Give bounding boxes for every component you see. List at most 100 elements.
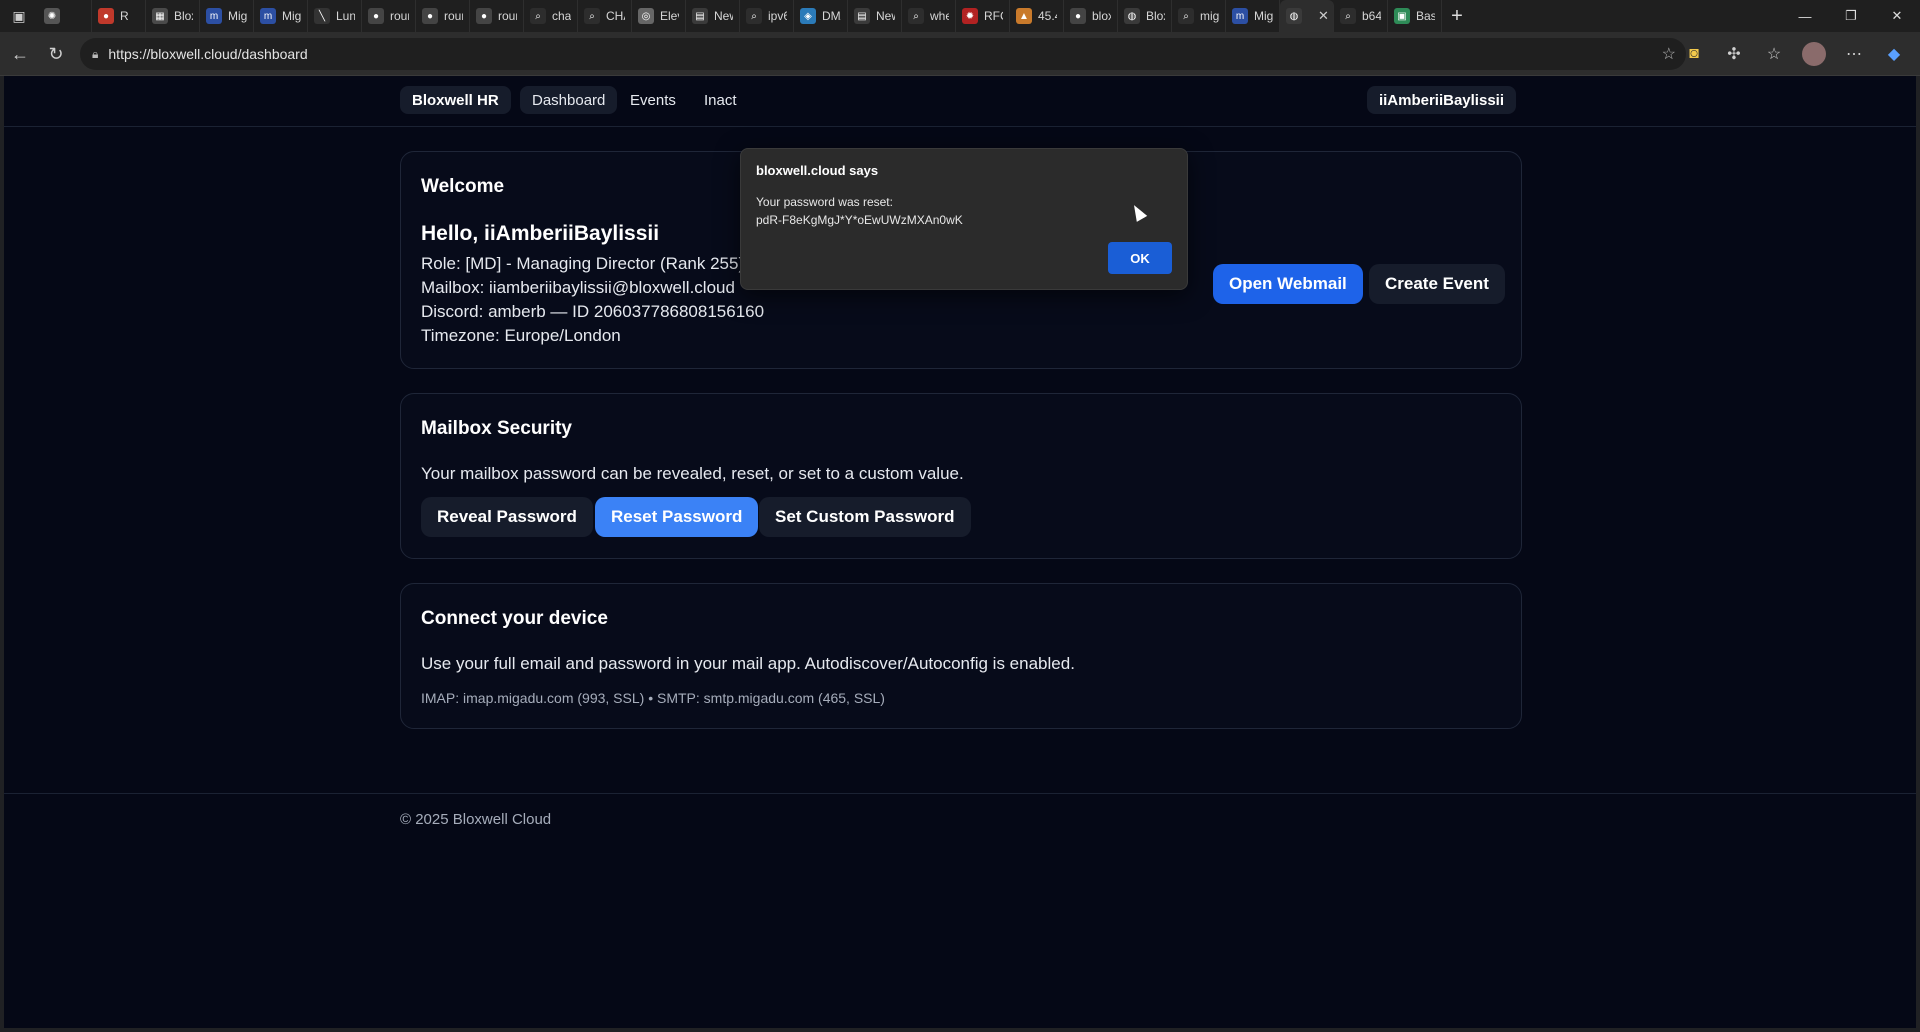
role-text: Role: [MD] - Managing Director (Rank 255… bbox=[421, 254, 745, 273]
favorites-icon[interactable]: ☆ bbox=[1756, 36, 1792, 72]
nav-inactivity[interactable]: Inact bbox=[692, 86, 749, 114]
browser-tab[interactable]: ✺ bbox=[38, 0, 92, 32]
browser-tab[interactable]: ⌕ migac bbox=[1172, 0, 1226, 32]
browser-tab[interactable]: ◎ Elevat bbox=[632, 0, 686, 32]
nav-events[interactable]: Events bbox=[618, 86, 688, 114]
extensions-puzzle-icon[interactable]: ✣ bbox=[1716, 36, 1752, 72]
page-icon: ▤ bbox=[692, 8, 708, 24]
browser-tab[interactable]: ● round bbox=[416, 0, 470, 32]
tab-label: round bbox=[444, 9, 463, 23]
new-tab-button[interactable]: + bbox=[1442, 0, 1472, 32]
browser-tab[interactable]: m Migac bbox=[200, 0, 254, 32]
set-custom-password-button[interactable]: Set Custom Password bbox=[759, 497, 971, 537]
connect-title: Connect your device bbox=[421, 608, 608, 629]
timezone-text: Timezone: Europe/London bbox=[421, 326, 621, 345]
brand-logo[interactable]: Bloxwell HR bbox=[400, 86, 511, 114]
restore-button[interactable]: ❐ bbox=[1828, 0, 1874, 32]
tab-label: Base6 bbox=[1416, 9, 1435, 23]
browser-tab[interactable]: m Migac bbox=[1226, 0, 1280, 32]
reset-password-button[interactable]: Reset Password bbox=[595, 497, 759, 537]
elevate-icon: ◎ bbox=[638, 8, 654, 24]
more-menu-icon[interactable]: ⋯ bbox=[1836, 36, 1872, 72]
toolbar-extensions: ◙ ✣ ☆ ⋯ ◆ bbox=[1676, 36, 1912, 72]
github-icon: ● bbox=[476, 8, 492, 24]
lunar-icon: ╲ bbox=[314, 8, 330, 24]
extension-icon[interactable]: ◙ bbox=[1676, 36, 1712, 72]
browser-tab[interactable]: ● R bbox=[92, 0, 146, 32]
back-arrow-icon: ← bbox=[11, 43, 29, 64]
mailbox-text: Mailbox: iiamberiibaylissii@bloxwell.clo… bbox=[421, 278, 735, 297]
browser-tab[interactable]: ◍ Bloxw bbox=[1118, 0, 1172, 32]
nav-dashboard[interactable]: Dashboard bbox=[520, 86, 618, 114]
favorite-star-icon[interactable]: ☆ bbox=[1662, 44, 1676, 64]
close-tab-icon[interactable]: ✕ bbox=[1318, 8, 1329, 24]
browser-tab[interactable]: ● round bbox=[470, 0, 524, 32]
page-viewport: Bloxwell HR Dashboard Events Inact iiAmb… bbox=[4, 76, 1916, 1028]
hello-heading: Hello, iiAmberiiBaylissii bbox=[421, 222, 660, 245]
user-menu[interactable]: iiAmberiiBaylissii bbox=[1366, 86, 1516, 114]
search-icon: ⌕ bbox=[746, 8, 762, 24]
mailbox-security-card: Mailbox Security Your mailbox password c… bbox=[400, 393, 1522, 559]
tab-label: Migac bbox=[228, 9, 247, 23]
record-icon: ● bbox=[98, 8, 114, 24]
browser-tab[interactable]: ▤ New t bbox=[848, 0, 902, 32]
browser-tab[interactable]: ╲ Lunar bbox=[308, 0, 362, 32]
tab-label: New t bbox=[876, 9, 895, 23]
browser-tab[interactable]: ▲ 45.43. bbox=[1010, 0, 1064, 32]
migadu-icon: m bbox=[1232, 8, 1248, 24]
browser-tab[interactable]: ⌕ CHAT bbox=[578, 0, 632, 32]
reveal-password-button[interactable]: Reveal Password bbox=[421, 497, 593, 537]
open-webmail-button[interactable]: Open Webmail bbox=[1213, 264, 1363, 304]
welcome-title: Welcome bbox=[421, 176, 505, 197]
browser-tab[interactable]: ✹ RFC 1 bbox=[956, 0, 1010, 32]
tab-label: Elevat bbox=[660, 9, 679, 23]
triangle-icon: ▲ bbox=[1016, 8, 1032, 24]
browser-tab[interactable]: ● bloxw bbox=[1064, 0, 1118, 32]
close-window-button[interactable]: ✕ bbox=[1874, 0, 1920, 32]
server-settings-text: IMAP: imap.migadu.com (993, SSL) • SMTP:… bbox=[421, 690, 885, 706]
profile-avatar[interactable] bbox=[1796, 36, 1832, 72]
browser-tab[interactable]: ● round bbox=[362, 0, 416, 32]
github-icon: ● bbox=[368, 8, 384, 24]
tab-label: DMAF bbox=[822, 9, 841, 23]
avatar bbox=[1802, 42, 1826, 66]
browser-tab[interactable]: ▦ Bloxw bbox=[146, 0, 200, 32]
browser-tab[interactable]: ▤ New t bbox=[686, 0, 740, 32]
tab-label: RFC 1 bbox=[984, 9, 1003, 23]
tab-label: Migac bbox=[1254, 9, 1273, 23]
minimize-button[interactable]: — bbox=[1782, 0, 1828, 32]
tab-actions-button[interactable]: ▣ bbox=[0, 0, 38, 32]
dialog-ok-button[interactable]: OK bbox=[1108, 242, 1172, 274]
browser-tab[interactable]: ▣ Base6 bbox=[1388, 0, 1442, 32]
reload-button[interactable]: ↻ bbox=[38, 36, 74, 72]
browser-tab[interactable]: ⌕ ipv6 v bbox=[740, 0, 794, 32]
dialog-title: bloxwell.cloud says bbox=[756, 163, 879, 178]
tab-label: round bbox=[390, 9, 409, 23]
page-icon: ▤ bbox=[854, 8, 870, 24]
browser-tab[interactable]: ◍B✕ bbox=[1280, 0, 1334, 32]
url-text: https://bloxwell.cloud/dashboard bbox=[108, 46, 308, 62]
search-icon: ⌕ bbox=[1340, 8, 1356, 24]
browser-tab[interactable]: ⌕ b64 d bbox=[1334, 0, 1388, 32]
github-icon: ● bbox=[422, 8, 438, 24]
copilot-icon[interactable]: ◆ bbox=[1876, 36, 1912, 72]
tab-label: where bbox=[930, 9, 949, 23]
rfc-icon: ✹ bbox=[962, 8, 978, 24]
footer-divider bbox=[4, 793, 1916, 794]
window-controls: — ❐ ✕ bbox=[1782, 0, 1920, 32]
plus-icon: + bbox=[1451, 4, 1463, 27]
back-button[interactable]: ← bbox=[2, 36, 38, 72]
browser-tab[interactable]: m Migac bbox=[254, 0, 308, 32]
browser-tab[interactable]: ⌕ where bbox=[902, 0, 956, 32]
browser-tab[interactable]: ◈ DMAF bbox=[794, 0, 848, 32]
tab-label: Bloxw bbox=[1146, 9, 1165, 23]
tab-label: chat g bbox=[552, 9, 571, 23]
tab-label: bloxw bbox=[1092, 9, 1111, 23]
create-event-button[interactable]: Create Event bbox=[1369, 264, 1505, 304]
browser-tab[interactable]: ⌕ chat g bbox=[524, 0, 578, 32]
tab-label: CHAT bbox=[606, 9, 625, 23]
tab-label: Lunar bbox=[336, 9, 355, 23]
address-bar[interactable]: 🔒︎ https://bloxwell.cloud/dashboard ☆ bbox=[80, 38, 1686, 70]
openai-icon: ✺ bbox=[44, 8, 60, 24]
tab-label: New t bbox=[714, 9, 733, 23]
